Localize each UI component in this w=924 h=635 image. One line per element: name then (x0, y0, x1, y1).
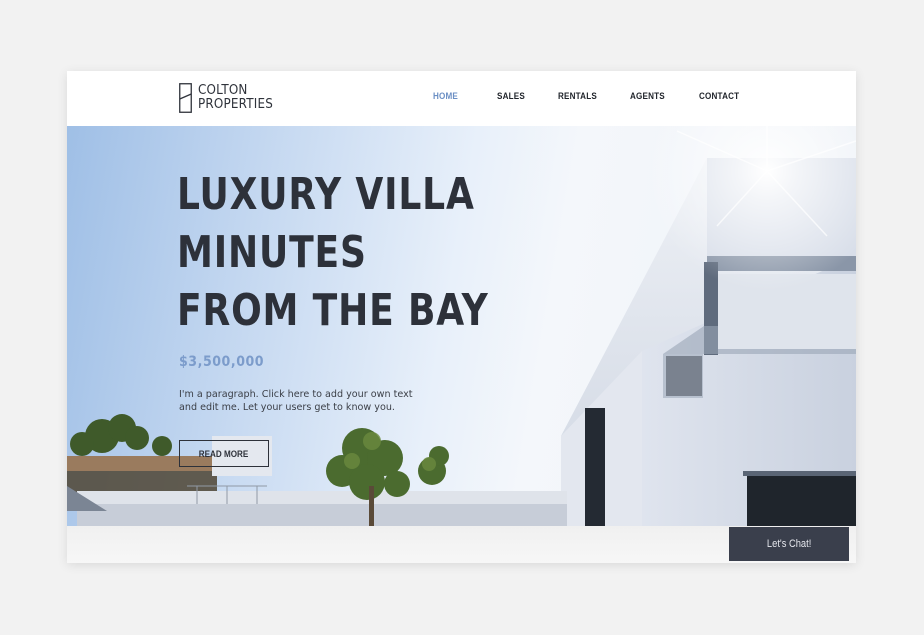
brand-line-1: COLTON (198, 83, 248, 98)
hero-section: LUXURY VILLA MINUTES FROM THE BAY $3,500… (67, 126, 856, 526)
headline-line-1: LUXURY VILLA (177, 169, 475, 220)
site-frame: COLTON PROPERTIES HOME SALES RENTALS AGE… (67, 71, 856, 563)
nav-agents[interactable]: AGENTS (630, 91, 665, 101)
nav-rentals[interactable]: RENTALS (558, 91, 597, 101)
site-header: COLTON PROPERTIES HOME SALES RENTALS AGE… (67, 71, 856, 126)
headline-line-2: MINUTES (177, 227, 367, 278)
read-more-label: READ MORE (199, 448, 249, 459)
chat-label: Let's Chat! (766, 538, 812, 550)
hero-paragraph: I'm a paragraph. Click here to add your … (179, 389, 413, 413)
chat-button[interactable]: Let's Chat! (729, 527, 849, 561)
property-price: $3,500,000 (179, 354, 265, 370)
brand-logo[interactable]: COLTON PROPERTIES (179, 82, 280, 114)
brand-line-2: PROPERTIES (198, 97, 273, 112)
hero-headline: LUXURY VILLA MINUTES FROM THE BAY (177, 166, 489, 340)
nav-contact[interactable]: CONTACT (699, 91, 739, 101)
nav-sales[interactable]: SALES (497, 91, 525, 101)
read-more-button[interactable]: READ MORE (179, 440, 269, 467)
brand-name: COLTON PROPERTIES (198, 84, 273, 112)
headline-line-3: FROM THE BAY (177, 285, 489, 336)
nav-home[interactable]: HOME (433, 91, 458, 101)
logo-mark-icon (179, 83, 192, 113)
